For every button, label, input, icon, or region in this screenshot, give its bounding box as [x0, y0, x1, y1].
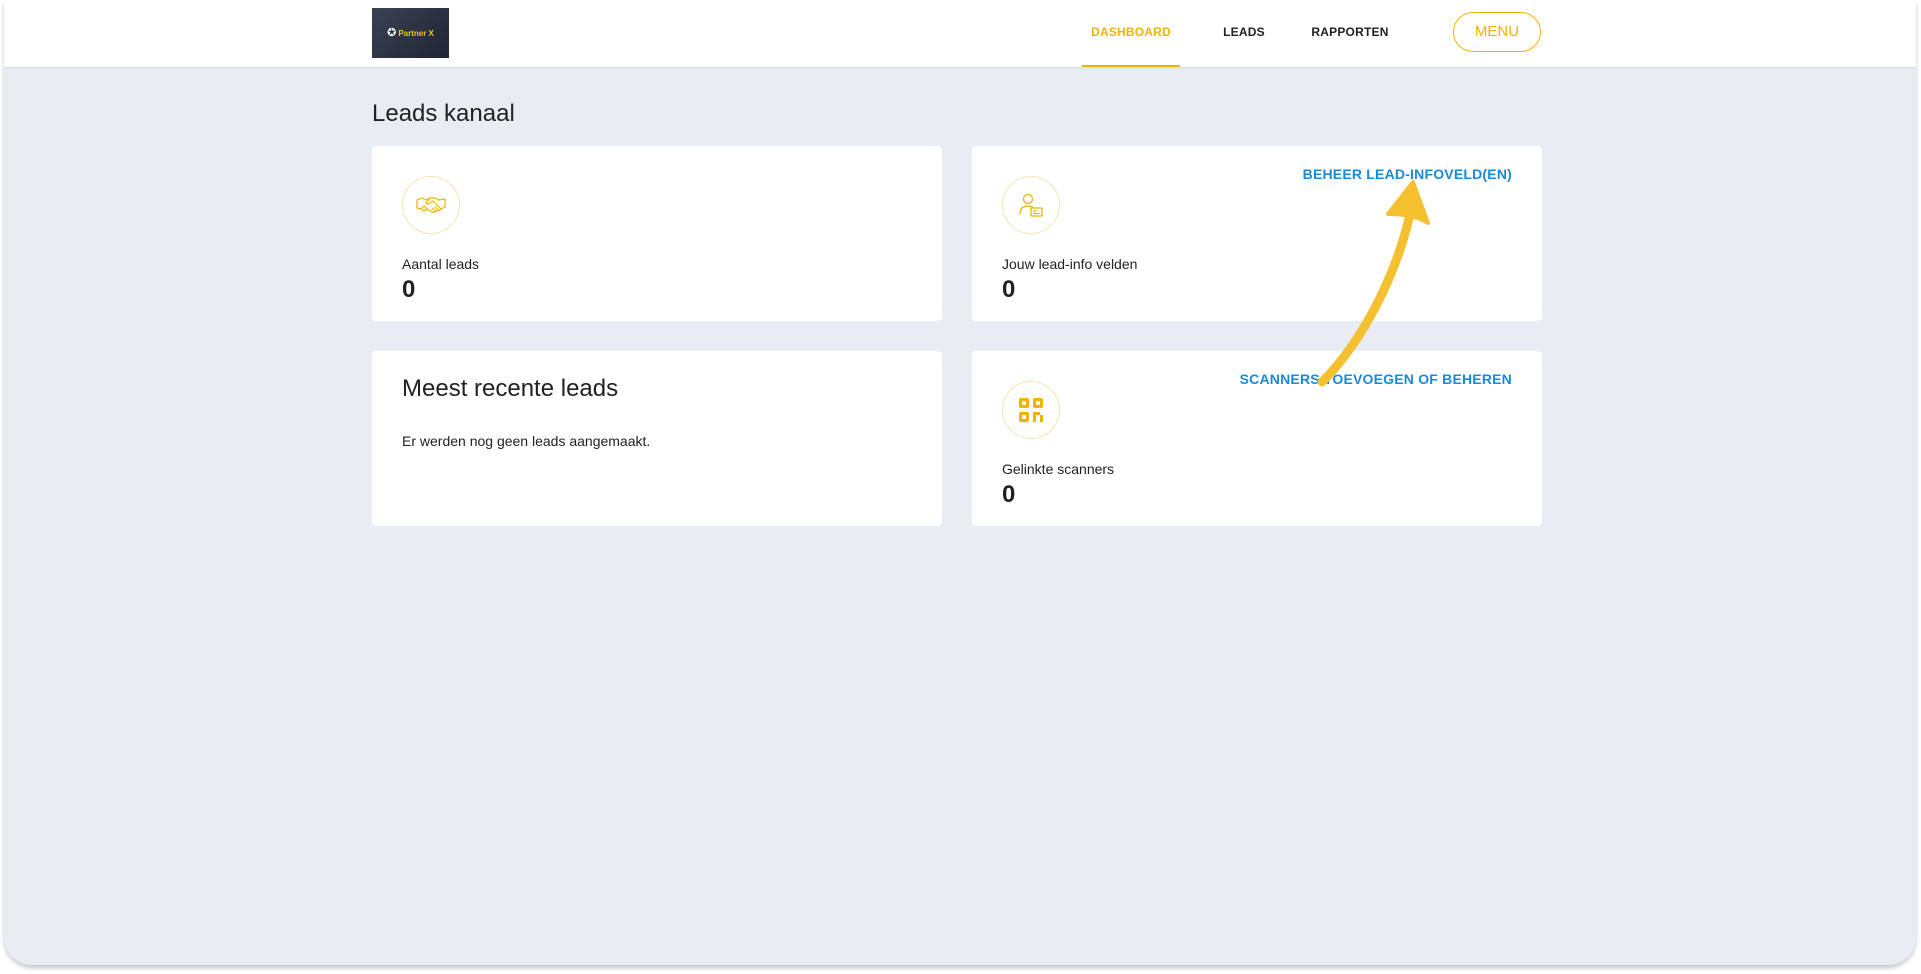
lead-count-value: 0 — [402, 276, 416, 303]
nav-dashboard[interactable]: DASHBOARD — [1082, 0, 1180, 67]
menu-button[interactable]: MENU — [1453, 12, 1541, 52]
qr-code-icon — [1002, 381, 1060, 439]
lead-info-fields-label: Jouw lead-info velden — [1002, 256, 1138, 272]
app-frame: ✪ Partner X DASHBOARD LEADS RAPPORTEN ME… — [4, 0, 1916, 965]
nav-rapporten[interactable]: RAPPORTEN — [1306, 0, 1394, 67]
linked-scanners-label: Gelinkte scanners — [1002, 461, 1115, 477]
lead-count-label: Aantal leads — [402, 256, 480, 272]
page-title: Leads kanaal — [372, 100, 515, 127]
card-lead-count: Aantal leads 0 — [372, 146, 942, 321]
recent-leads-empty-text: Er werden nog geen leads aangemaakt. — [402, 433, 651, 449]
handshake-icon — [402, 176, 460, 234]
top-navigation-bar: ✪ Partner X DASHBOARD LEADS RAPPORTEN ME… — [4, 0, 1916, 67]
annotation-arrow — [1317, 180, 1430, 387]
card-lead-info-fields: BEHEER LEAD-INFOVELD(EN) Jouw lead-info … — [972, 146, 1542, 321]
manage-lead-info-fields-link[interactable]: BEHEER LEAD-INFOVELD(EN) — [1303, 166, 1512, 182]
nav-leads[interactable]: LEADS — [1215, 0, 1273, 67]
logo-gear-icon: ✪ — [387, 26, 397, 39]
logo-text: Partner X — [398, 28, 434, 38]
manage-scanners-link[interactable]: SCANNERS TOEVOEGEN OF BEHEREN — [1240, 371, 1512, 387]
recent-leads-heading: Meest recente leads — [402, 375, 619, 402]
user-card-icon — [1002, 176, 1060, 234]
card-recent-leads: Meest recente leads Er werden nog geen l… — [372, 351, 942, 526]
partner-logo[interactable]: ✪ Partner X — [372, 8, 449, 58]
card-linked-scanners: SCANNERS TOEVOEGEN OF BEHEREN Gelinkte s… — [972, 351, 1542, 526]
linked-scanners-value: 0 — [1002, 481, 1016, 508]
lead-info-fields-value: 0 — [1002, 276, 1016, 303]
